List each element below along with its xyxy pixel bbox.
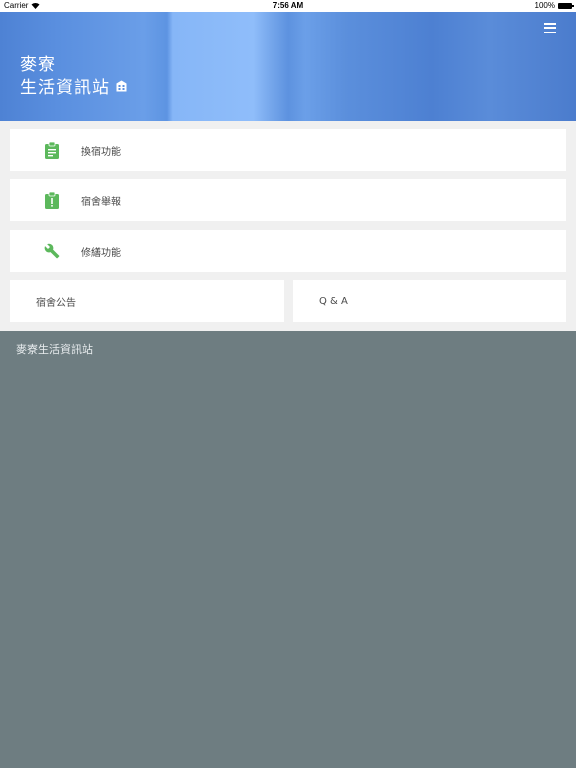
- dorm-announcements-label: 宿舍公告: [36, 297, 76, 309]
- app-title-line2: 生活資訊站: [20, 78, 110, 98]
- footer-title: 麥寮生活資訊站: [16, 343, 93, 356]
- menu-item-label: 換宿功能: [81, 146, 121, 158]
- qa-label: Q & A: [319, 295, 348, 307]
- hamburger-icon-line: [544, 27, 556, 29]
- menu-area: 換宿功能 宿舍舉報 修繕功能 宿舍公告 Q & A: [0, 121, 576, 331]
- header-banner: 麥寮 生活資訊站: [0, 12, 576, 121]
- status-time: 7:56 AM: [272, 1, 304, 10]
- building-icon: [116, 80, 127, 91]
- battery-indicator: 100%: [534, 1, 574, 10]
- menu-item-repair[interactable]: 修繕功能: [10, 230, 566, 272]
- battery-icon: [558, 2, 574, 9]
- dorm-announcements-button[interactable]: 宿舍公告: [10, 280, 284, 322]
- clipboard-alert-icon: [44, 191, 60, 209]
- hamburger-icon-line: [544, 23, 556, 25]
- qa-button[interactable]: Q & A: [293, 280, 566, 322]
- hamburger-menu-button[interactable]: [544, 23, 556, 33]
- clipboard-icon: [44, 141, 60, 159]
- menu-item-label: 宿舍舉報: [81, 196, 121, 208]
- battery-percent: 100%: [534, 1, 555, 10]
- app-title-line2-row: 生活資訊站: [20, 73, 127, 98]
- menu-item-label: 修繕功能: [81, 247, 121, 259]
- app-title-line1: 麥寮: [20, 55, 56, 75]
- wrench-icon: [44, 242, 60, 260]
- hamburger-icon-line: [544, 31, 556, 33]
- status-bar: Carrier 7:56 AM 100%: [0, 0, 576, 12]
- menu-item-room-swap[interactable]: 換宿功能: [10, 129, 566, 171]
- menu-item-dorm-report[interactable]: 宿舍舉報: [10, 179, 566, 221]
